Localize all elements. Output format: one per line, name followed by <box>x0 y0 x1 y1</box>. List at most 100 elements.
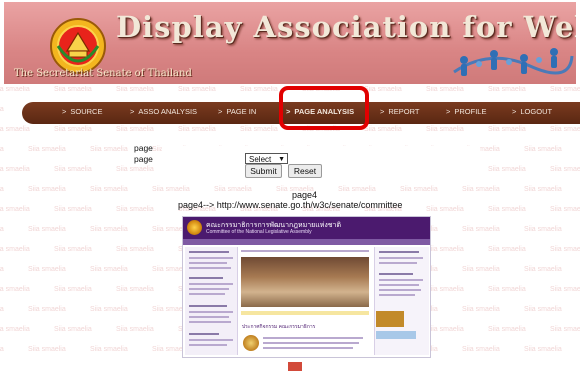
preview-text-line <box>189 277 223 279</box>
nav-logout[interactable]: > LOGOUT <box>512 107 552 116</box>
preview-text-line <box>263 342 359 344</box>
watermark-text: Siia smaelia <box>550 246 580 253</box>
nav-arrow-icon: > <box>218 107 223 116</box>
watermark-text: Siia smaelia <box>28 146 66 153</box>
page-select[interactable]: Select ▼ <box>245 153 288 164</box>
active-tab-highlight <box>279 86 369 130</box>
preview-text-line <box>189 267 231 269</box>
watermark-text: Siia smaelia <box>214 186 252 193</box>
watermark-text: Siia smaelia <box>0 126 30 133</box>
watermark-text: Siia smaelia <box>116 126 154 133</box>
watermark-text: Siia smaelia <box>152 186 190 193</box>
submit-button[interactable]: Submit <box>245 164 282 178</box>
watermark-text: Siia smaelia <box>426 246 464 253</box>
preview-text-line <box>379 251 419 253</box>
watermark-text: Siia smaelia <box>426 286 464 293</box>
nav-label: PROFILE <box>454 107 487 116</box>
watermark-text: Siia smaelia <box>426 206 464 213</box>
preview-text-line <box>189 344 227 346</box>
watermark-text: Siia smaelia <box>550 86 580 93</box>
site-subtitle: The Secretariat Senate of Thailand <box>14 68 192 79</box>
preview-header: คณะกรรมาธิการการพัฒนากฎหมายแห่งชาติ Comm… <box>183 217 430 239</box>
watermark-text: Siia smaelia <box>426 126 464 133</box>
watermark-row: Siia smaelia Siia smaelia Siia smaelia Siia… <box>0 186 580 193</box>
reset-button[interactable]: Reset <box>288 164 322 178</box>
watermark-text: Siia smaelia <box>28 266 66 273</box>
preview-badge <box>376 311 404 327</box>
watermark-text: Siia smaelia <box>54 206 92 213</box>
watermark-text: Siia smaelia <box>550 126 580 133</box>
watermark-text: Siia smaelia <box>488 166 526 173</box>
preview-text-line <box>189 311 233 313</box>
form-label: page <box>134 143 153 153</box>
watermark-text: Siia smaelia <box>28 346 66 353</box>
watermark-text: Siia smaelia <box>54 126 92 133</box>
watermark-text: Siia smaelia <box>488 86 526 93</box>
nav-profile[interactable]: > PROFILE <box>446 107 486 116</box>
watermark-text: Siia smaelia <box>364 126 402 133</box>
preview-text-line <box>379 262 417 264</box>
watermark-text: Siia smaelia <box>0 286 30 293</box>
nav-label: ASSO ANALYSIS <box>138 107 198 116</box>
preview-text-line <box>189 305 227 307</box>
watermark-text: Siia smaelia <box>550 166 580 173</box>
watermark-text: Siia smaelia <box>426 326 464 333</box>
preview-text-line <box>263 337 363 339</box>
preview-text-line <box>379 279 423 281</box>
watermark-text: Siia smaelia <box>178 86 216 93</box>
watermark-text: Siia smaelia <box>0 186 4 193</box>
preview-text-line <box>189 262 227 264</box>
watermark-text: Siia smaelia <box>54 86 92 93</box>
watermark-text: Siia smaelia <box>54 246 92 253</box>
watermark-text: Siia smaelia <box>0 306 4 313</box>
watermark-text: Siia smaelia <box>28 186 66 193</box>
result-link[interactable]: page4--> http://www.senate.go.th/w3c/sen… <box>178 200 402 210</box>
preview-text-line <box>379 273 413 275</box>
watermark-text: Siia smaelia <box>488 126 526 133</box>
watermark-text: Siia smaelia <box>462 346 500 353</box>
watermark-text: Siia smaelia <box>0 326 30 333</box>
watermark-text: Siia smaelia <box>462 186 500 193</box>
watermark-text: Siia smaelia <box>54 166 92 173</box>
nav-report[interactable]: > REPORT <box>380 107 420 116</box>
watermark-text: Siia smaelia <box>400 186 438 193</box>
nav-page-in[interactable]: > PAGE IN <box>218 107 256 116</box>
preview-photo <box>241 257 369 307</box>
watermark-text: Siia smaelia <box>0 246 30 253</box>
preview-text-line <box>379 257 423 259</box>
watermark-text: Siia smaelia <box>550 206 580 213</box>
watermark-text: Siia smaelia <box>90 226 128 233</box>
select-value: Select <box>249 155 272 164</box>
preview-text-line <box>379 284 419 286</box>
watermark-text: Siia smaelia <box>116 286 154 293</box>
preview-highlight-bar <box>241 311 369 315</box>
watermark-text: Siia smaelia <box>0 86 30 93</box>
site-header: Display Association for Web Senate The S… <box>4 2 576 84</box>
site-title: Display Association for Web Senate <box>116 10 576 44</box>
nav-arrow-icon: > <box>130 107 135 116</box>
watermark-text: Siia smaelia <box>338 186 376 193</box>
watermark-text: Siia smaelia <box>28 226 66 233</box>
watermark-text: Siia smaelia <box>116 326 154 333</box>
watermark-text: Siia smaelia <box>462 306 500 313</box>
watermark-text: Siia smaelia <box>550 286 580 293</box>
preview-text-line <box>189 333 219 335</box>
watermark-text: Siia smaelia <box>524 146 562 153</box>
watermark-text: Siia smaelia <box>488 286 526 293</box>
preview-left-column <box>185 247 238 355</box>
watermark-text: Siia smaelia <box>462 266 500 273</box>
preview-banner <box>376 331 416 339</box>
watermark-text: Siia smaelia <box>178 126 216 133</box>
nav-arrow-icon: > <box>62 107 67 116</box>
watermark-text: Siia smaelia <box>28 306 66 313</box>
nav-source[interactable]: > SOURCE <box>62 107 102 116</box>
nav-asso-analysis[interactable]: > ASSO ANALYSIS <box>130 107 197 116</box>
watermark-text: Siia smaelia <box>462 226 500 233</box>
preview-text-line <box>189 339 233 341</box>
people-network-icon <box>453 48 574 76</box>
preview-text-line <box>189 251 229 253</box>
preview-text-line <box>379 294 415 296</box>
watermark-text: Siia smaelia <box>426 86 464 93</box>
watermark-text: Siia smaelia <box>90 306 128 313</box>
preview-text-line <box>189 316 229 318</box>
